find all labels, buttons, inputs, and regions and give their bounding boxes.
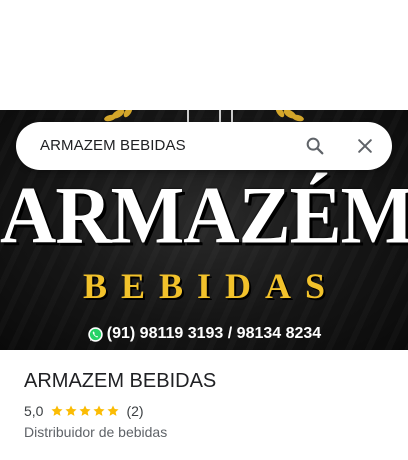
phone-line: (91) 98119 3193 / 98134 8234 [0,324,408,344]
place-category: Distribuidor de bebidas [24,424,168,440]
star-icon [51,405,64,416]
search-button[interactable] [301,132,329,160]
star-icon [93,405,106,416]
search-input[interactable]: ARMAZEM BEBIDAS [40,122,186,170]
search-bar[interactable]: ARMAZEM BEBIDAS [16,122,392,170]
review-count[interactable]: (2) [126,403,143,419]
star-icon [107,405,120,416]
whatsapp-icon [88,326,103,342]
place-name[interactable]: ARMAZEM BEBIDAS [24,368,216,394]
star-rating [50,404,120,418]
laurel-left-icon [104,110,133,122]
phone-number: (91) 98119 3193 / 98134 8234 [106,325,322,342]
clear-search-button[interactable] [351,132,379,160]
star-icon [79,405,92,416]
rating-row: 5,0 (2) [24,401,144,421]
brand-subtitle: BEBIDAS [82,266,340,306]
close-icon [358,139,372,153]
search-icon [306,137,324,155]
map-area [0,0,408,110]
rating-value: 5,0 [24,403,44,419]
brand-title: ARMAZÉM [0,168,408,261]
laurel-right-icon [275,110,304,122]
star-icon [65,405,78,416]
